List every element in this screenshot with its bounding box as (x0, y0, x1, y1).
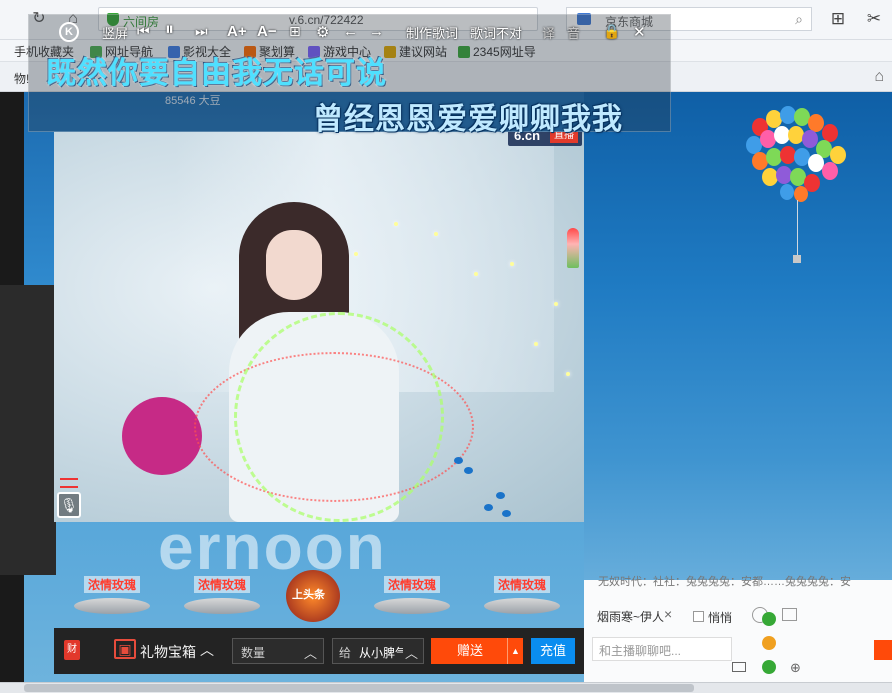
chevron-up-icon: ︿ (303, 646, 317, 661)
menu-icon[interactable] (60, 478, 78, 488)
make-lyric-button[interactable]: 制作歌词 (406, 23, 458, 42)
gift-shelf: 浓情玫瑰 浓情玫瑰 上头条 浓情玫瑰 浓情玫瑰 (54, 570, 584, 626)
scissors-icon[interactable]: ✂ (862, 8, 886, 30)
whisper-checkbox[interactable] (693, 611, 704, 622)
chat-input[interactable]: 和主播聊聊吧... (592, 637, 732, 661)
zoom-icon[interactable]: ⊕ (790, 660, 801, 676)
close-icon[interactable]: × (664, 606, 672, 622)
arrow-right-icon[interactable]: → (369, 23, 384, 40)
lyric-mismatch-button[interactable]: 歌词不对 (470, 23, 522, 42)
recipient-select[interactable]: 给 从小脾气 ︿ (332, 638, 424, 664)
blue-bead (502, 510, 511, 517)
next-icon[interactable]: ⏭ (195, 23, 208, 40)
pause-icon[interactable]: ⏸ (165, 19, 174, 40)
firework-ring (234, 312, 444, 522)
balloon-basket (793, 255, 801, 263)
spark (434, 232, 438, 236)
streamer-face (266, 230, 322, 300)
recipient-prefix: 给 (339, 646, 352, 660)
triangle-up-icon[interactable]: ▲ (507, 638, 523, 664)
lyric-line-next: 曾经恩恩爱爱卿卿我我 (313, 103, 623, 136)
chevron-up-icon[interactable]: ︿ (200, 640, 214, 660)
live-video[interactable]: 6.cn 直播 (54, 132, 584, 522)
previous-icon[interactable]: ⏮ (137, 23, 150, 40)
balloon-string (797, 200, 798, 258)
sky-background (584, 92, 892, 580)
search-icon[interactable]: ⌕ (795, 11, 803, 28)
spark (510, 262, 514, 266)
spark (566, 372, 570, 376)
blue-bead (454, 457, 463, 464)
pinyin-button[interactable]: 音 (567, 23, 580, 42)
font-increase-icon[interactable]: A+ (227, 23, 247, 40)
gift-box-icon[interactable]: ▣ (114, 639, 136, 659)
quantity-select[interactable]: 数量 ︿ (232, 638, 324, 664)
spark (534, 342, 538, 346)
sidebar-toggle-icon[interactable]: ⌂ (874, 68, 884, 86)
close-icon[interactable]: ✕ (633, 23, 646, 41)
mail-icon[interactable] (732, 662, 746, 672)
wealth-icon[interactable]: 财 (64, 640, 80, 660)
chat-marquee: 无奴时代：社社：兔兔兔兔：安都……兔兔兔兔：安 (598, 576, 851, 588)
gift-label: 上头条 (292, 589, 325, 601)
status-ok-icon[interactable] (762, 660, 776, 674)
left-sidebar-strip (0, 285, 56, 575)
recharge-button[interactable]: 充值 (531, 638, 575, 664)
rose-icon (567, 228, 579, 268)
gift-box-button[interactable]: 礼物宝箱 (140, 642, 196, 662)
gift-send-bar: 财 ▣ 礼物宝箱 ︿ 数量 ︿ 给 从小脾气 ︿ 赠送 ▲ 充值 (54, 628, 584, 674)
gear-icon[interactable]: ⚙ (316, 23, 329, 41)
status-menu-icon[interactable] (762, 636, 776, 650)
lyric-line-current: 既然你要自由我无话可说 (46, 57, 387, 90)
gift-label: 浓情玫瑰 (83, 576, 140, 593)
send-gift-button[interactable]: 赠送 ▲ (431, 638, 523, 664)
grid-icon[interactable]: ⊞ (289, 23, 301, 40)
gift-item[interactable]: 浓情玫瑰 (474, 570, 570, 620)
gift-label: 浓情玫瑰 (493, 576, 550, 593)
recipient-name: 从小脾气 (359, 646, 403, 660)
chevron-up-icon: ︿ (404, 646, 418, 661)
arrow-left-icon[interactable]: ← (343, 23, 358, 40)
kugou-logo-icon[interactable]: K (59, 22, 79, 42)
gift-pedestal (484, 598, 560, 614)
headline-gift[interactable]: 上头条 (286, 570, 340, 622)
gift-pedestal (374, 598, 450, 614)
font-decrease-icon[interactable]: A− (257, 23, 277, 40)
whisper-label: 悄悄 (708, 611, 733, 625)
blue-bead (464, 467, 473, 474)
quantity-label: 数量 (241, 646, 266, 660)
pink-cushion (122, 397, 202, 475)
send-label: 赠送 (457, 643, 484, 658)
spark (394, 222, 398, 226)
blue-bead (496, 492, 505, 499)
gift-pedestal (74, 598, 150, 614)
scrollbar-thumb[interactable] (24, 684, 694, 692)
gift-item[interactable]: 浓情玫瑰 (64, 570, 160, 620)
chat-send-button[interactable] (874, 640, 892, 660)
spark (354, 252, 358, 256)
translate-button[interactable]: 译 (542, 23, 555, 42)
apps-grid-icon[interactable]: ⊞ (826, 8, 850, 30)
gift-label: 浓情玫瑰 (193, 576, 250, 593)
spark (554, 302, 558, 306)
gift-item[interactable]: 浓情玫瑰 (364, 570, 460, 620)
microphone-icon[interactable]: 🎙 (57, 492, 81, 518)
blue-bead (484, 504, 493, 511)
gift-label: 浓情玫瑰 (383, 576, 440, 593)
image-icon[interactable] (782, 608, 797, 621)
portrait-toggle[interactable]: 竖屏 (102, 23, 128, 42)
lock-icon[interactable]: 🔒 (603, 23, 620, 40)
spark (474, 272, 478, 276)
gift-item[interactable]: 浓情玫瑰 (174, 570, 270, 620)
status-ok-icon[interactable] (762, 612, 776, 626)
gift-pedestal (184, 598, 260, 614)
